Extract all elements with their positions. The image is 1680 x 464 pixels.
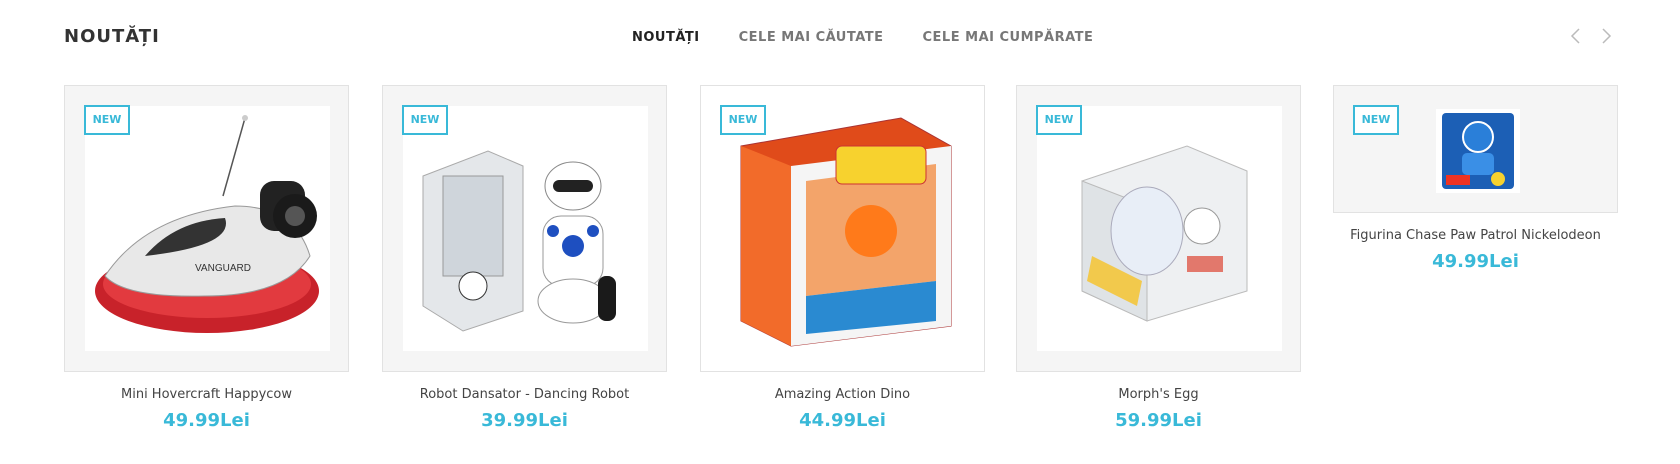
product-tabs: NOUTĂȚI CELE MAI CĂUTATE CELE MAI CUMPĂR… (632, 30, 1132, 45)
chevron-left-icon[interactable] (1568, 26, 1584, 46)
new-badge: NEW (402, 105, 448, 135)
product-card: NEW VANGUARD Mini Hovercraft Happycow 49… (64, 85, 349, 431)
carousel-nav (1568, 26, 1614, 46)
product-price: 59.99Lei (1115, 410, 1202, 431)
tab-cele-mai-cumparate[interactable]: CELE MAI CUMPĂRATE (923, 30, 1094, 45)
product-name[interactable]: Mini Hovercraft Happycow (64, 387, 349, 402)
new-badge: NEW (1036, 105, 1082, 135)
product-image-box[interactable]: NEW VANGUARD (64, 85, 349, 372)
product-price: 49.99Lei (1432, 251, 1519, 272)
egg-puzzle-image[interactable] (1037, 106, 1282, 351)
robot-image[interactable] (403, 106, 648, 351)
new-badge: NEW (1353, 105, 1399, 135)
hovercraft-image[interactable]: VANGUARD (85, 106, 330, 351)
product-name[interactable]: Figurina Chase Paw Patrol Nickelodeon (1333, 228, 1618, 243)
product-image-box[interactable]: NEW (1333, 85, 1618, 213)
product-card: NEW Amazing Action Dino 44.99Lei (700, 85, 985, 431)
tab-cele-mai-cautate[interactable]: CELE MAI CĂUTATE (739, 30, 884, 45)
product-name[interactable]: Morph's Egg (1016, 387, 1301, 402)
product-price: 44.99Lei (799, 410, 886, 431)
product-image-box[interactable]: NEW (700, 85, 985, 372)
product-name[interactable]: Robot Dansator - Dancing Robot (382, 387, 667, 402)
product-name[interactable]: Amazing Action Dino (700, 387, 985, 402)
paw-patrol-image[interactable] (1436, 109, 1520, 193)
section-title: NOUTĂȚI (64, 26, 160, 47)
chevron-right-icon[interactable] (1598, 26, 1614, 46)
product-card: NEW Morph's Egg 59.99Lei (1016, 85, 1301, 431)
product-image-box[interactable]: NEW (1016, 85, 1301, 372)
new-badge: NEW (84, 105, 130, 135)
dino-box-image[interactable] (721, 106, 966, 351)
product-card: NEW Figurina Chase Paw Patrol Nickelodeo… (1333, 85, 1618, 272)
tab-noutati[interactable]: NOUTĂȚI (632, 30, 700, 45)
product-card: NEW Robot Dansator - Dancing Robot 39.99… (382, 85, 667, 431)
svg-text:VANGUARD: VANGUARD (195, 263, 251, 274)
new-badge: NEW (720, 105, 766, 135)
product-price: 39.99Lei (481, 410, 568, 431)
product-image-box[interactable]: NEW (382, 85, 667, 372)
product-price: 49.99Lei (163, 410, 250, 431)
